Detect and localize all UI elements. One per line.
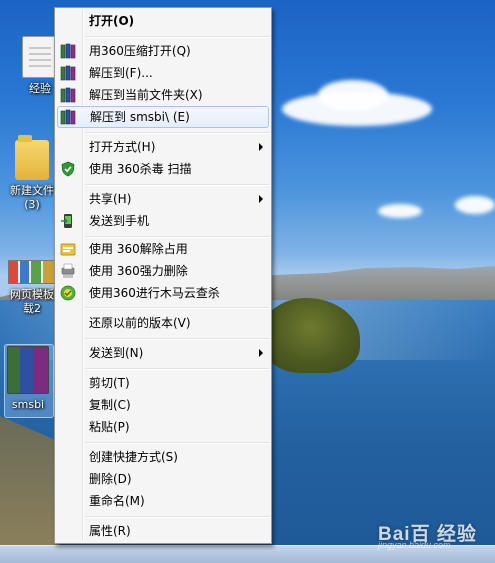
shield-icon	[61, 161, 75, 177]
menu-item-label: 使用 360解除占用	[89, 242, 188, 256]
menu-item-label: 发送到手机	[89, 214, 150, 228]
winrar-archive-icon	[7, 346, 49, 394]
phone-send-icon	[61, 214, 72, 228]
menu-item-rename[interactable]: 重命名(M)	[57, 490, 269, 512]
menu-item-label: 使用360进行木马云查杀	[89, 286, 220, 300]
desktop-icon-web-template[interactable]: 网页模板 载2	[4, 260, 60, 316]
winrar-books-icon	[60, 43, 76, 59]
menu-item-label: 解压到 smsbi\ (E)	[90, 110, 190, 124]
desktop-icon-label: smsbi	[11, 398, 45, 411]
winrar-books-icon	[60, 87, 76, 103]
winrar-books-icon	[60, 109, 76, 125]
menu-separator	[85, 338, 269, 340]
shredder-icon	[61, 263, 75, 278]
menu-item-share[interactable]: 共享(H)	[57, 188, 269, 210]
menu-item-copy[interactable]: 复制(C)	[57, 394, 269, 416]
menu-item-paste[interactable]: 粘贴(P)	[57, 416, 269, 438]
submenu-arrow-icon	[259, 349, 263, 357]
desktop-icon-label: 载2	[23, 302, 41, 315]
menu-item-360-force-delete[interactable]: 使用 360强力删除	[57, 260, 269, 282]
menu-item-label: 还原以前的版本(V)	[89, 316, 191, 330]
menu-item-cut[interactable]: 剪切(T)	[57, 372, 269, 394]
web-template-icon	[8, 260, 56, 284]
desktop-icon-label: 网页模板	[10, 288, 54, 301]
menu-item-label: 剪切(T)	[89, 376, 130, 390]
menu-separator	[85, 516, 269, 518]
menu-separator	[85, 368, 269, 370]
menu-item-label: 打开方式(H)	[89, 140, 156, 154]
menu-separator	[85, 132, 269, 134]
menu-item-open-with-360zip[interactable]: 用360压缩打开(Q)	[57, 40, 269, 62]
desktop-icon-rar-archive[interactable]: smsbi	[0, 346, 56, 412]
menu-item-label: 使用 360杀毒 扫描	[89, 162, 192, 176]
menu-item-send-to[interactable]: 发送到(N)	[57, 342, 269, 364]
menu-item-label: 粘贴(P)	[89, 420, 130, 434]
menu-item-delete[interactable]: 删除(D)	[57, 468, 269, 490]
menu-item-label: 创建快捷方式(S)	[89, 450, 178, 464]
menu-item-restore-previous-versions[interactable]: 还原以前的版本(V)	[57, 312, 269, 334]
menu-item-label: 删除(D)	[89, 472, 132, 486]
cloud	[378, 204, 422, 218]
menu-item-extract-here[interactable]: 解压到当前文件夹(X)	[57, 84, 269, 106]
menu-item-extract-to-folder[interactable]: 解压到 smsbi\ (E)	[57, 106, 269, 128]
menu-item-properties[interactable]: 属性(R)	[57, 520, 269, 542]
menu-item-label: 共享(H)	[89, 192, 132, 206]
menu-item-create-shortcut[interactable]: 创建快捷方式(S)	[57, 446, 269, 468]
menu-separator	[85, 36, 269, 38]
menu-item-label: 发送到(N)	[89, 346, 144, 360]
menu-separator	[85, 442, 269, 444]
menu-item-open[interactable]: 打开(O)	[57, 10, 269, 32]
menu-item-360-unlock[interactable]: 使用 360解除占用	[57, 238, 269, 260]
desktop-icon-label: (3)	[24, 198, 40, 211]
menu-item-send-to-phone[interactable]: 发送到手机	[57, 210, 269, 232]
menu-item-label: 使用 360强力删除	[89, 264, 188, 278]
document-icon	[22, 36, 58, 78]
desktop-icon-label: 新建文件	[10, 184, 54, 197]
context-menu: 打开(O) 用360压缩打开(Q) 解压到(F)... 解压到当前文件夹(X)	[54, 7, 272, 544]
menu-item-360-antivirus-scan[interactable]: 使用 360杀毒 扫描	[57, 158, 269, 180]
folder-icon	[15, 135, 49, 180]
cloud	[455, 196, 495, 214]
baidu-watermark-url: jingyan.baidu.com	[378, 540, 451, 550]
cloud	[318, 80, 388, 110]
menu-item-label: 解压到(F)...	[89, 66, 153, 80]
winrar-books-icon	[60, 65, 76, 81]
submenu-arrow-icon	[259, 143, 263, 151]
menu-item-label: 用360压缩打开(Q)	[89, 44, 191, 58]
desktop-icon-folder[interactable]: 新建文件 (3)	[4, 135, 60, 212]
unlock-file-icon	[60, 243, 76, 256]
menu-item-label: 复制(C)	[89, 398, 131, 412]
menu-item-label: 打开(O)	[89, 14, 135, 28]
menu-separator	[85, 307, 269, 309]
menu-item-label: 属性(R)	[89, 524, 131, 538]
menu-item-extract-to[interactable]: 解压到(F)...	[57, 62, 269, 84]
submenu-arrow-icon	[259, 195, 263, 203]
menu-item-label: 解压到当前文件夹(X)	[89, 88, 203, 102]
menu-separator	[85, 184, 269, 186]
menu-item-360-cloud-scan[interactable]: 使用360进行木马云查杀	[57, 282, 269, 304]
360-scan-icon	[60, 285, 76, 301]
menu-item-label: 重命名(M)	[89, 494, 145, 508]
menu-item-open-with[interactable]: 打开方式(H)	[57, 136, 269, 158]
